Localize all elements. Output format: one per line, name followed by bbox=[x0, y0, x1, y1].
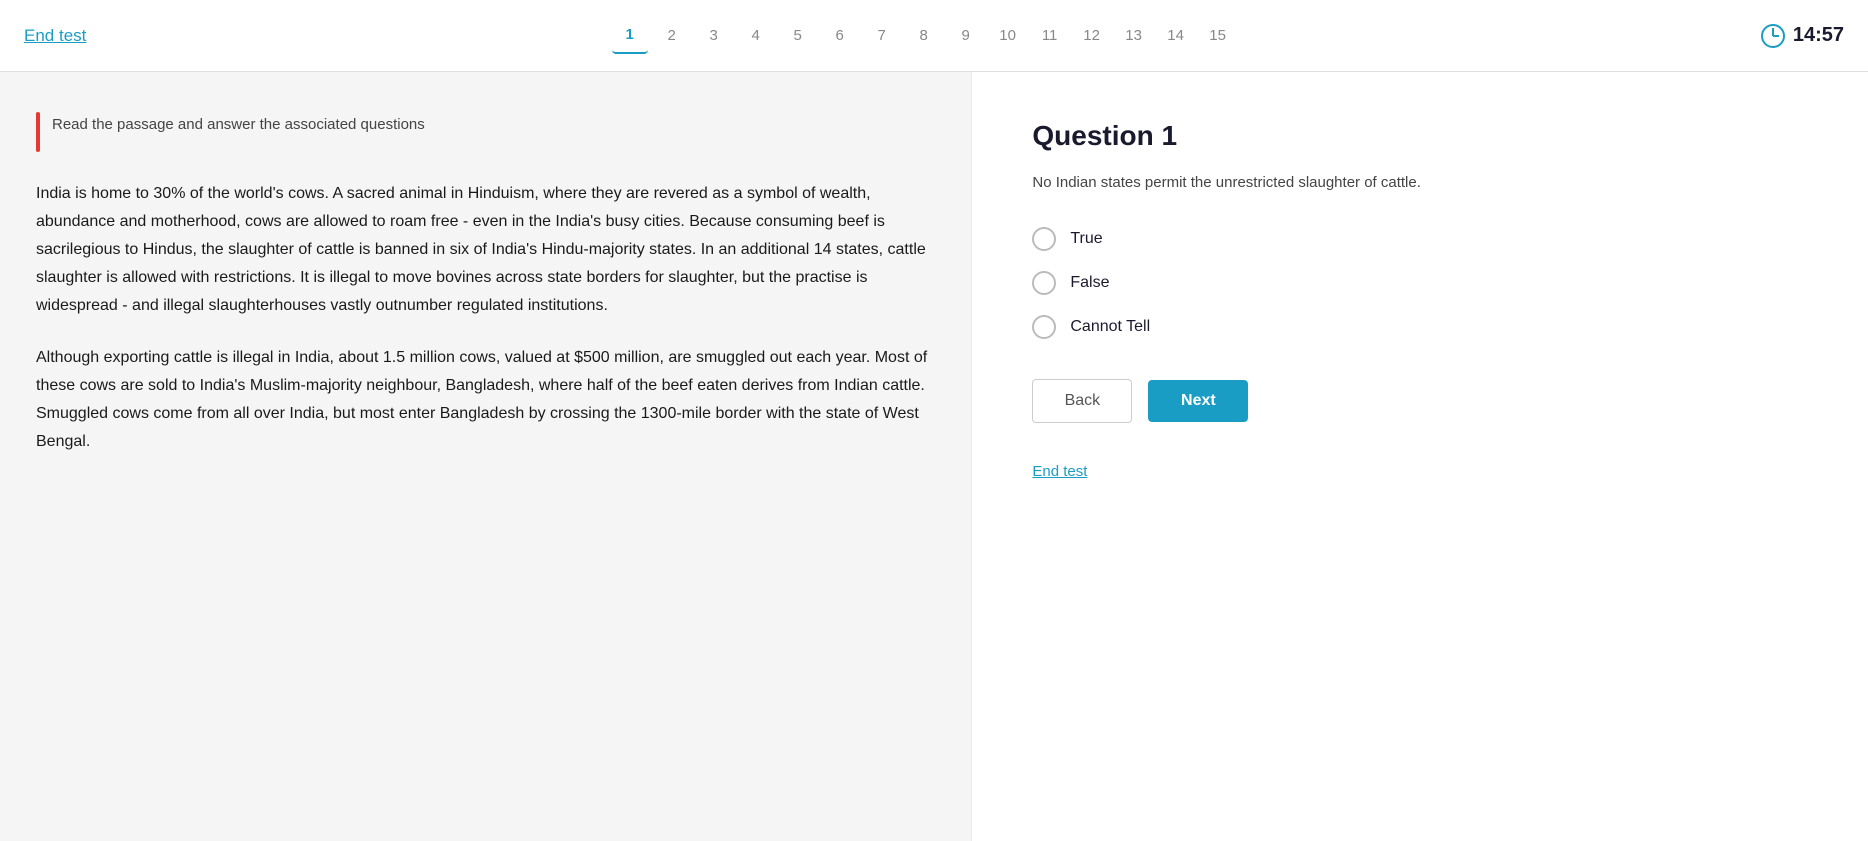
question-title: Question 1 bbox=[1032, 120, 1808, 152]
passage-instruction: Read the passage and answer the associat… bbox=[36, 112, 935, 152]
options-list: True False Cannot Tell bbox=[1032, 227, 1808, 339]
q-num-5[interactable]: 5 bbox=[780, 18, 816, 54]
top-nav: End test 123456789101112131415 14:57 bbox=[0, 0, 1868, 72]
instruction-text: Read the passage and answer the associat… bbox=[52, 112, 425, 137]
main-layout: Read the passage and answer the associat… bbox=[0, 72, 1868, 841]
timer-value: 14:57 bbox=[1793, 24, 1844, 47]
end-test-bottom-link[interactable]: End test bbox=[1032, 463, 1808, 480]
option-cannot-tell-label: Cannot Tell bbox=[1070, 318, 1150, 336]
left-panel: Read the passage and answer the associat… bbox=[0, 72, 971, 841]
radio-cannot-tell[interactable] bbox=[1032, 315, 1056, 339]
button-row: Back Next bbox=[1032, 379, 1808, 423]
option-false-label: False bbox=[1070, 274, 1109, 292]
q-num-13[interactable]: 13 bbox=[1116, 18, 1152, 54]
q-num-9[interactable]: 9 bbox=[948, 18, 984, 54]
q-num-1[interactable]: 1 bbox=[612, 18, 648, 54]
option-true[interactable]: True bbox=[1032, 227, 1808, 251]
q-num-10[interactable]: 10 bbox=[990, 18, 1026, 54]
q-num-11[interactable]: 11 bbox=[1032, 18, 1068, 54]
passage-body: India is home to 30% of the world's cows… bbox=[36, 180, 935, 456]
q-num-6[interactable]: 6 bbox=[822, 18, 858, 54]
passage-paragraph-1: India is home to 30% of the world's cows… bbox=[36, 180, 935, 320]
next-button[interactable]: Next bbox=[1148, 380, 1248, 422]
option-false[interactable]: False bbox=[1032, 271, 1808, 295]
radio-true[interactable] bbox=[1032, 227, 1056, 251]
option-true-label: True bbox=[1070, 230, 1102, 248]
q-num-7[interactable]: 7 bbox=[864, 18, 900, 54]
right-panel: Question 1 No Indian states permit the u… bbox=[971, 72, 1868, 841]
radio-false[interactable] bbox=[1032, 271, 1056, 295]
q-num-2[interactable]: 2 bbox=[654, 18, 690, 54]
q-num-15[interactable]: 15 bbox=[1200, 18, 1236, 54]
timer-icon bbox=[1761, 24, 1785, 48]
timer-display: 14:57 bbox=[1761, 24, 1844, 48]
end-test-link[interactable]: End test bbox=[24, 26, 86, 46]
question-nav: 123456789101112131415 bbox=[612, 18, 1236, 54]
back-button[interactable]: Back bbox=[1032, 379, 1132, 423]
question-text: No Indian states permit the unrestricted… bbox=[1032, 172, 1808, 195]
q-num-14[interactable]: 14 bbox=[1158, 18, 1194, 54]
red-bar-decoration bbox=[36, 112, 40, 152]
q-num-12[interactable]: 12 bbox=[1074, 18, 1110, 54]
q-num-8[interactable]: 8 bbox=[906, 18, 942, 54]
option-cannot-tell[interactable]: Cannot Tell bbox=[1032, 315, 1808, 339]
q-num-4[interactable]: 4 bbox=[738, 18, 774, 54]
q-num-3[interactable]: 3 bbox=[696, 18, 732, 54]
passage-paragraph-2: Although exporting cattle is illegal in … bbox=[36, 344, 935, 456]
